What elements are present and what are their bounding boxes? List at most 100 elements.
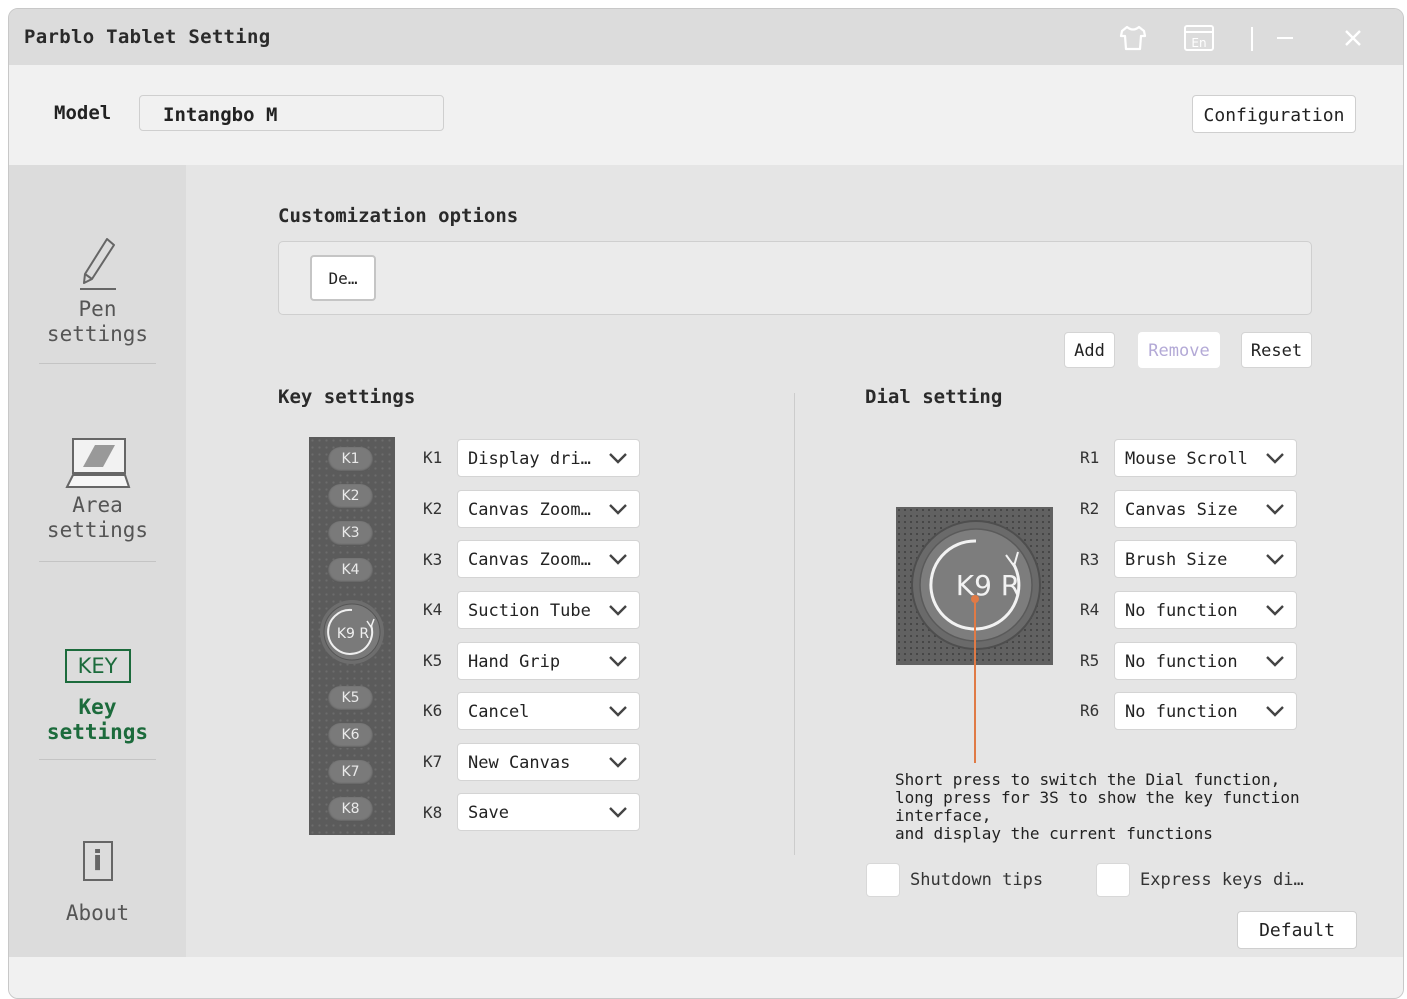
dial-help-line: Short press to switch the Dial function, <box>895 770 1281 789</box>
key-select-k8[interactable]: Save <box>457 793 640 831</box>
dial-label-r4: R4 <box>1080 600 1100 619</box>
dial-select-value: Canvas Size <box>1125 500 1238 520</box>
key-settings-panel: Customization options De… Add Remove Res… <box>186 165 1403 957</box>
dial-label-r6: R6 <box>1080 701 1100 720</box>
chevron-down-icon <box>609 656 627 667</box>
dial-graphic: K9 R <box>911 520 1041 665</box>
dial-select-r2[interactable]: Canvas Size <box>1114 490 1297 528</box>
section-divider <box>794 393 795 855</box>
dial-select-r1[interactable]: Mouse Scroll <box>1114 439 1297 477</box>
key-select-k4[interactable]: Suction Tube <box>457 591 640 629</box>
key-select-value: Canvas Zoom… <box>468 550 591 570</box>
key-select-k5[interactable]: Hand Grip <box>457 642 640 680</box>
key-select-k2[interactable]: Canvas Zoom… <box>457 490 640 528</box>
key-label-k6: K6 <box>423 701 443 720</box>
key-label-k3: K3 <box>423 550 443 569</box>
dial-select-r5[interactable]: No function <box>1114 642 1297 680</box>
model-label: Model <box>54 102 112 124</box>
customization-chip[interactable]: De… <box>310 255 376 301</box>
tablet-key-k7: K7 <box>328 760 373 785</box>
dial-select-value: No function <box>1125 601 1238 621</box>
tablet-key-k3: K3 <box>328 521 373 546</box>
tablet-key-k8: K8 <box>328 797 373 822</box>
shutdown-tips-label: Shutdown tips <box>910 870 1044 890</box>
dial-select-value: No function <box>1125 702 1238 722</box>
express-keys-label: Express keys di… <box>1140 870 1304 890</box>
sidebar-item-pen[interactable]: Pen settings <box>9 235 186 347</box>
chevron-down-icon <box>609 757 627 768</box>
dial-label-r3: R3 <box>1080 550 1100 569</box>
tablet-key-k5: K5 <box>328 686 373 711</box>
dial-help-line: and display the current functions <box>895 824 1213 843</box>
dial-setting-title: Dial setting <box>865 386 1003 408</box>
chevron-down-icon <box>609 807 627 818</box>
key-label-k2: K2 <box>423 499 443 518</box>
key-select-value: Canvas Zoom… <box>468 500 591 520</box>
tablet-dial-label: K9 R <box>337 626 370 642</box>
key-icon: KEY <box>64 649 131 683</box>
chevron-down-icon <box>609 554 627 565</box>
tablet-key-k4: K4 <box>328 558 373 583</box>
key-label-k1: K1 <box>423 448 443 467</box>
key-select-k3[interactable]: Canvas Zoom… <box>457 540 640 578</box>
add-button[interactable]: Add <box>1064 332 1115 368</box>
chevron-down-icon <box>1266 605 1284 616</box>
dial-select-value: Brush Size <box>1125 550 1228 570</box>
dial-help-line: long press for 3S to show the key functi… <box>895 788 1300 807</box>
app-window: Parblo Tablet Setting En Model Intangbo … <box>8 8 1404 999</box>
dial-select-value: Mouse Scroll <box>1125 449 1248 469</box>
sidebar-label-about: About <box>65 901 130 925</box>
key-select-k1[interactable]: Display dri… <box>457 439 640 477</box>
chevron-down-icon <box>1266 453 1284 464</box>
key-select-k7[interactable]: New Canvas <box>457 743 640 781</box>
dial-select-r4[interactable]: No function <box>1114 591 1297 629</box>
dial-select-r3[interactable]: Brush Size <box>1114 540 1297 578</box>
reset-button[interactable]: Reset <box>1241 332 1312 368</box>
chevron-down-icon <box>1266 706 1284 717</box>
sidebar-item-area[interactable]: Area settings <box>9 437 186 543</box>
dial-select-value: No function <box>1125 652 1238 672</box>
dial-help-line: interface, <box>895 806 992 825</box>
key-select-value: Suction Tube <box>468 601 591 621</box>
minimize-icon[interactable] <box>1268 23 1302 53</box>
key-select-value: New Canvas <box>468 753 571 773</box>
dial-select-r6[interactable]: No function <box>1114 692 1297 730</box>
pen-icon <box>79 238 116 290</box>
title-bar[interactable]: Parblo Tablet Setting En <box>9 9 1403 65</box>
customization-box: De… <box>278 241 1312 315</box>
chevron-down-icon <box>609 605 627 616</box>
tablet-dial: K9 R <box>320 600 384 664</box>
express-keys-option[interactable]: Express keys di… <box>1096 862 1304 898</box>
sidebar-divider <box>39 561 156 562</box>
shutdown-tips-checkbox[interactable] <box>866 863 900 897</box>
configuration-button[interactable]: Configuration <box>1192 95 1356 133</box>
sidebar: Pen settings Area settings KEY Key setti… <box>9 165 186 957</box>
key-settings-title: Key settings <box>278 386 416 408</box>
dial-label-r5: R5 <box>1080 651 1100 670</box>
skin-icon[interactable] <box>1116 23 1150 53</box>
sidebar-item-key[interactable]: KEY Key settings <box>9 649 186 745</box>
default-button[interactable]: Default <box>1237 911 1357 949</box>
status-bar <box>9 957 1403 998</box>
sidebar-label-key: Key settings <box>46 695 149 744</box>
close-icon[interactable] <box>1336 23 1370 53</box>
dial-label-r1: R1 <box>1080 448 1100 467</box>
sidebar-item-about[interactable]: i About <box>9 841 186 926</box>
tablet-illustration: K1 K2 K3 K4 K9 R K5 K6 K7 K8 <box>309 437 395 835</box>
express-keys-checkbox[interactable] <box>1096 863 1130 897</box>
shutdown-tips-option[interactable]: Shutdown tips <box>866 862 1043 898</box>
key-select-value: Display dri… <box>468 449 591 469</box>
key-label-k7: K7 <box>423 752 443 771</box>
remove-button[interactable]: Remove <box>1138 332 1220 368</box>
dial-label-r2: R2 <box>1080 499 1100 518</box>
sidebar-divider <box>39 363 156 364</box>
key-select-value: Cancel <box>468 702 530 722</box>
language-icon[interactable]: En <box>1182 23 1216 53</box>
dial-help-text: Short press to switch the Dial function,… <box>895 771 1300 843</box>
model-bar: Model Intangbo M Configuration <box>9 65 1403 165</box>
dial-pointer-line <box>974 665 976 763</box>
model-select[interactable]: Intangbo M <box>139 95 444 131</box>
tablet-key-k1: K1 <box>328 447 373 472</box>
key-select-k6[interactable]: Cancel <box>457 692 640 730</box>
tablet-key-k2: K2 <box>328 484 373 509</box>
